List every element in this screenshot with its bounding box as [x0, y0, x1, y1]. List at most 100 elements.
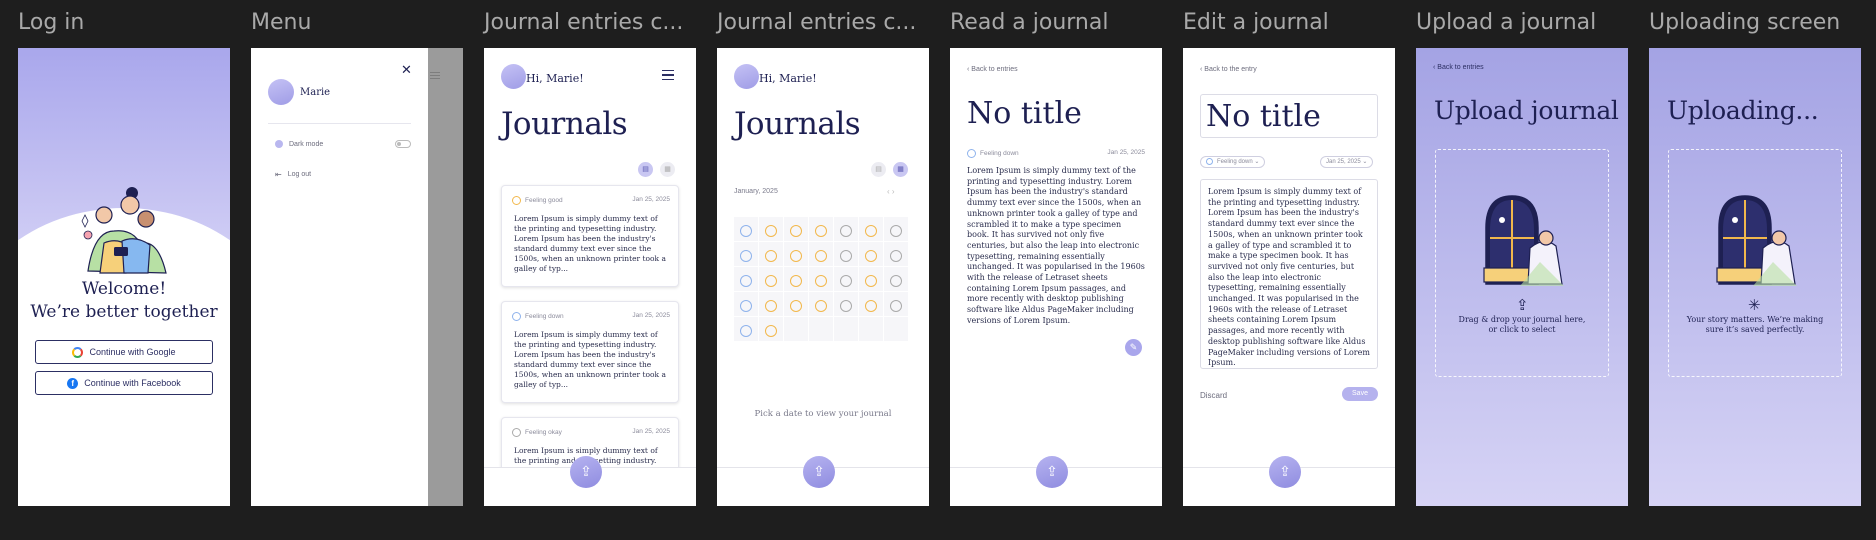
body-textarea[interactable]: Lorem Ipsum is simply dummy text of the … [1200, 179, 1378, 369]
logout-label: Log out [287, 171, 312, 178]
calendar-day[interactable] [759, 217, 783, 241]
mood-label: Feeling down [512, 312, 564, 321]
month-nav-arrows[interactable]: ‹ › [887, 187, 895, 196]
upload-button[interactable]: ⇪ [803, 456, 835, 488]
calendar-day[interactable] [859, 267, 883, 291]
upload-button[interactable]: ⇪ [1036, 456, 1068, 488]
calendar-day[interactable] [784, 217, 808, 241]
calendar-day[interactable] [884, 317, 908, 341]
menu-backdrop[interactable] [428, 48, 463, 506]
calendar-day[interactable] [784, 267, 808, 291]
edit-pencil-icon[interactable]: ✎ [1125, 339, 1142, 356]
calendar-day[interactable] [859, 317, 883, 341]
frame-title-upload: Upload a journal [1416, 10, 1597, 35]
calendar-day[interactable] [734, 292, 758, 316]
calendar-day[interactable] [759, 317, 783, 341]
mood-face-icon [815, 300, 827, 312]
calendar-day[interactable] [809, 217, 833, 241]
greeting: Hi, Marie! [526, 72, 584, 85]
calendar-day[interactable] [759, 292, 783, 316]
list-view-icon[interactable]: ▤ [638, 162, 653, 177]
mood-label: Feeling okay [512, 428, 562, 437]
dark-mode-row[interactable]: Dark mode [275, 140, 411, 148]
back-to-entry-link[interactable]: ‹ Back to the entry [1200, 66, 1257, 73]
continue-with-google-button[interactable]: Continue with Google [35, 340, 213, 364]
calendar-hint: Pick a date to view your journal [754, 409, 892, 419]
calendar-day[interactable] [784, 317, 808, 341]
tagline-text: We’re better together [30, 302, 218, 322]
upload-icon: ⇪ [813, 463, 825, 479]
frame-title-journals-calendar: Journal entries c... [717, 10, 917, 35]
calendar-day[interactable] [784, 292, 808, 316]
back-to-entries-link[interactable]: ‹ Back to entries [967, 66, 1018, 73]
calendar-day[interactable] [859, 217, 883, 241]
mood-face-icon [765, 250, 777, 262]
calendar-day[interactable] [859, 242, 883, 266]
read-journal-frame: ‹ Back to entries No title Feeling down … [950, 48, 1162, 506]
calendar-day[interactable] [834, 242, 858, 266]
date-select[interactable]: Jan 25, 2025 ⌄ [1320, 156, 1374, 168]
upload-button[interactable]: ⇪ [570, 456, 602, 488]
calendar-day[interactable] [809, 292, 833, 316]
calendar-day[interactable] [859, 292, 883, 316]
calendar-day[interactable] [834, 267, 858, 291]
calendar-day[interactable] [734, 217, 758, 241]
journals-list-frame: Hi, Marie! Journals ▤ ▦ Feeling good Jan… [484, 48, 696, 506]
calendar-day[interactable] [884, 242, 908, 266]
save-button[interactable]: Save [1342, 387, 1378, 401]
mood-select[interactable]: Feeling down ⌄ [1200, 156, 1266, 168]
list-view-icon[interactable]: ▤ [871, 162, 886, 177]
journal-body: Lorem Ipsum is simply dummy text of the … [967, 166, 1145, 325]
mood-label: Feeling good [512, 196, 563, 205]
mood-face-icon [765, 275, 777, 287]
page-title: Journals [734, 106, 861, 142]
calendar-day[interactable] [834, 217, 858, 241]
calendar-view-icon[interactable]: ▦ [893, 162, 908, 177]
calendar-day[interactable] [809, 242, 833, 266]
journal-card[interactable]: Feeling down Jan 25, 2025 Lorem Ipsum is… [501, 301, 679, 403]
mood-face-icon [840, 300, 852, 312]
calendar-day[interactable] [884, 217, 908, 241]
logout-row[interactable]: ⇤ Log out [275, 170, 311, 179]
dark-mode-label: Dark mode [289, 140, 324, 148]
calendar-day[interactable] [759, 267, 783, 291]
facebook-button-label: Continue with Facebook [84, 378, 181, 388]
mood-face-icon [840, 250, 852, 262]
avatar[interactable] [501, 64, 526, 89]
discard-button[interactable]: Discard [1200, 391, 1227, 400]
login-frame: Welcome! We’re better together Continue … [18, 48, 230, 506]
avatar[interactable] [734, 64, 759, 89]
calendar-day[interactable] [759, 242, 783, 266]
neutral-face-icon [512, 428, 521, 437]
journals-calendar-frame: Hi, Marie! Journals ▤ ▦ January, 2025 ‹ … [717, 48, 929, 506]
calendar-day[interactable] [884, 292, 908, 316]
mood-face-icon [765, 325, 777, 337]
weekday-header [834, 208, 858, 216]
continue-with-facebook-button[interactable]: f Continue with Facebook [35, 371, 213, 395]
back-to-entries-link[interactable]: ‹ Back to entries [1433, 64, 1484, 71]
frame-title-edit: Edit a journal [1183, 10, 1329, 35]
calendar-day[interactable] [734, 242, 758, 266]
mood-face-icon [890, 275, 902, 287]
title-input[interactable]: No title [1200, 94, 1378, 138]
journal-card[interactable]: Feeling good Jan 25, 2025 Lorem Ipsum is… [501, 185, 679, 287]
dark-mode-toggle[interactable] [395, 140, 411, 148]
dimmed-hamburger-icon [430, 72, 440, 73]
calendar-view-icon[interactable]: ▦ [660, 162, 675, 177]
calendar-day[interactable] [784, 242, 808, 266]
calendar-day[interactable] [884, 267, 908, 291]
happy-face-icon [512, 196, 521, 205]
calendar-day[interactable] [834, 292, 858, 316]
calendar-day[interactable] [734, 267, 758, 291]
close-icon[interactable]: ✕ [401, 62, 412, 78]
edit-journal-frame: ‹ Back to the entry No title Feeling dow… [1183, 48, 1395, 506]
calendar-day[interactable] [809, 267, 833, 291]
facebook-icon: f [67, 377, 79, 389]
sun-icon [275, 140, 283, 148]
hamburger-menu-icon[interactable] [662, 70, 674, 80]
calendar-day[interactable] [809, 317, 833, 341]
calendar-day[interactable] [734, 317, 758, 341]
calendar-day[interactable] [834, 317, 858, 341]
upload-button[interactable]: ⇪ [1269, 456, 1301, 488]
menu-frame: ✕ Marie Dark mode ⇤ Log out [251, 48, 463, 506]
